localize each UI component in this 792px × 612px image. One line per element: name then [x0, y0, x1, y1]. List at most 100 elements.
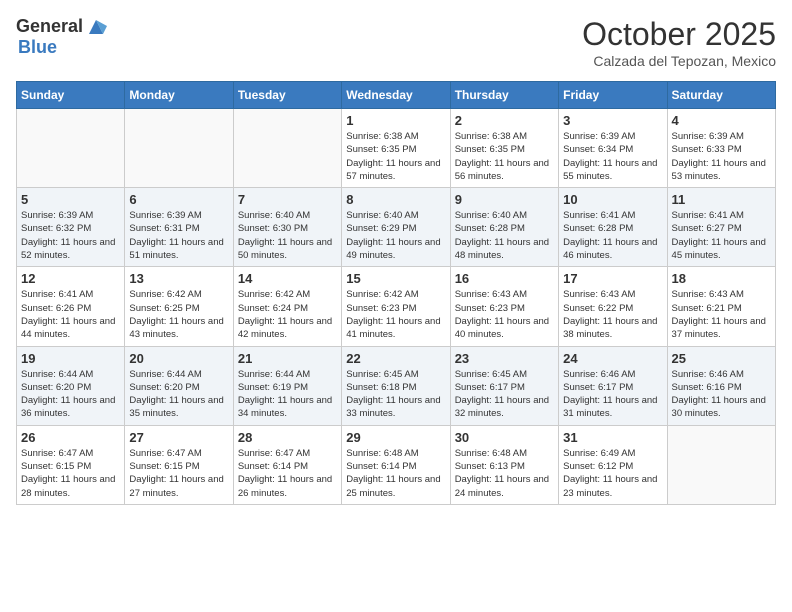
day-info: Sunrise: 6:38 AM Sunset: 6:35 PM Dayligh… [455, 130, 554, 183]
location-subtitle: Calzada del Tepozan, Mexico [582, 53, 776, 69]
calendar-cell: 8 Sunrise: 6:40 AM Sunset: 6:29 PM Daylig… [342, 188, 450, 267]
calendar-cell: 11 Sunrise: 6:41 AM Sunset: 6:27 PM Dayli… [667, 188, 775, 267]
calendar-cell: 19Sunrise: 6:44 AM Sunset: 6:20 PM Dayli… [17, 346, 125, 425]
day-number: 2 [455, 113, 554, 128]
day-header-friday: Friday [559, 82, 667, 109]
day-number: 23 [455, 351, 554, 366]
day-number: 11 [672, 192, 771, 207]
day-info: Sunrise: 6:40 AM Sunset: 6:30 PM Dayligh… [238, 209, 337, 262]
day-number: 18 [672, 271, 771, 286]
calendar-week-row: 5 Sunrise: 6:39 AM Sunset: 6:32 PM Daylig… [17, 188, 776, 267]
day-number: 30 [455, 430, 554, 445]
day-header-wednesday: Wednesday [342, 82, 450, 109]
day-info: Sunrise: 6:45 AM Sunset: 6:18 PM Dayligh… [346, 368, 445, 421]
calendar-cell: 23 Sunrise: 6:45 AM Sunset: 6:17 PM Dayli… [450, 346, 558, 425]
day-info: Sunrise: 6:48 AM Sunset: 6:13 PM Dayligh… [455, 447, 554, 500]
day-number: 7 [238, 192, 337, 207]
day-info: Sunrise: 6:42 AM Sunset: 6:23 PM Dayligh… [346, 288, 445, 341]
calendar-cell: 6Sunrise: 6:39 AM Sunset: 6:31 PM Daylig… [125, 188, 233, 267]
day-info: Sunrise: 6:39 AM Sunset: 6:31 PM Dayligh… [129, 209, 228, 262]
calendar-week-row: 19 Sunrise: 6:44 AM Sunset: 6:20 PM Dayli… [17, 346, 776, 425]
day-number: 19 [21, 351, 120, 366]
day-info: Sunrise: 6:41 AM Sunset: 6:27 PM Dayligh… [672, 209, 771, 262]
calendar-cell: 25 Sunrise: 6:46 AM Sunset: 6:16 PM Dayli… [667, 346, 775, 425]
calendar-cell: 26 Sunrise: 6:47 AM Sunset: 6:15 PM Dayli… [17, 425, 125, 504]
calendar-cell: 10 Sunrise: 6:41 AM Sunset: 6:28 PM Dayli… [559, 188, 667, 267]
calendar-cell: 15 Sunrise: 6:42 AM Sunset: 6:23 PM Dayli… [342, 267, 450, 346]
day-number: 26 [21, 430, 120, 445]
calendar-cell: 20 Sunrise: 6:44 AM Sunset: 6:20 PM Dayli… [125, 346, 233, 425]
day-number: 25 [672, 351, 771, 366]
calendar-cell: 3 Sunrise: 6:39 AM Sunset: 6:34 PM Daylig… [559, 109, 667, 188]
day-info: Sunrise: 6:47 AM Sunset: 6:15 PM Dayligh… [21, 447, 120, 500]
page-header: General Blue October 2025 Calzada del Te… [16, 16, 776, 69]
logo-general-text: General [16, 17, 83, 37]
day-number: 5 [21, 192, 120, 207]
calendar-cell: 4 Sunrise: 6:39 AM Sunset: 6:33 PM Daylig… [667, 109, 775, 188]
calendar-cell: 1Sunrise: 6:38 AM Sunset: 6:35 PM Daylig… [342, 109, 450, 188]
day-info: Sunrise: 6:42 AM Sunset: 6:24 PM Dayligh… [238, 288, 337, 341]
day-info: Sunrise: 6:43 AM Sunset: 6:21 PM Dayligh… [672, 288, 771, 341]
calendar-cell [17, 109, 125, 188]
calendar-cell: 16Sunrise: 6:43 AM Sunset: 6:23 PM Dayli… [450, 267, 558, 346]
calendar-cell: 30 Sunrise: 6:48 AM Sunset: 6:13 PM Dayli… [450, 425, 558, 504]
day-info: Sunrise: 6:47 AM Sunset: 6:15 PM Dayligh… [129, 447, 228, 500]
calendar-cell: 9Sunrise: 6:40 AM Sunset: 6:28 PM Daylig… [450, 188, 558, 267]
logo-blue-text: Blue [18, 38, 57, 58]
day-info: Sunrise: 6:39 AM Sunset: 6:33 PM Dayligh… [672, 130, 771, 183]
day-info: Sunrise: 6:45 AM Sunset: 6:17 PM Dayligh… [455, 368, 554, 421]
day-header-sunday: Sunday [17, 82, 125, 109]
day-header-monday: Monday [125, 82, 233, 109]
day-number: 28 [238, 430, 337, 445]
calendar-cell: 17Sunrise: 6:43 AM Sunset: 6:22 PM Dayli… [559, 267, 667, 346]
day-info: Sunrise: 6:46 AM Sunset: 6:17 PM Dayligh… [563, 368, 662, 421]
calendar-cell: 27 Sunrise: 6:47 AM Sunset: 6:15 PM Dayli… [125, 425, 233, 504]
day-number: 3 [563, 113, 662, 128]
calendar-cell: 29 Sunrise: 6:48 AM Sunset: 6:14 PM Dayli… [342, 425, 450, 504]
day-info: Sunrise: 6:44 AM Sunset: 6:19 PM Dayligh… [238, 368, 337, 421]
day-number: 16 [455, 271, 554, 286]
calendar-header-row: SundayMondayTuesdayWednesdayThursdayFrid… [17, 82, 776, 109]
day-number: 15 [346, 271, 445, 286]
day-number: 20 [129, 351, 228, 366]
day-info: Sunrise: 6:46 AM Sunset: 6:16 PM Dayligh… [672, 368, 771, 421]
day-number: 29 [346, 430, 445, 445]
day-header-saturday: Saturday [667, 82, 775, 109]
day-info: Sunrise: 6:42 AM Sunset: 6:25 PM Dayligh… [129, 288, 228, 341]
calendar-table: SundayMondayTuesdayWednesdayThursdayFrid… [16, 81, 776, 505]
calendar-cell [667, 425, 775, 504]
day-info: Sunrise: 6:39 AM Sunset: 6:32 PM Dayligh… [21, 209, 120, 262]
day-number: 8 [346, 192, 445, 207]
day-number: 1 [346, 113, 445, 128]
day-info: Sunrise: 6:49 AM Sunset: 6:12 PM Dayligh… [563, 447, 662, 500]
calendar-week-row: 12Sunrise: 6:41 AM Sunset: 6:26 PM Dayli… [17, 267, 776, 346]
day-info: Sunrise: 6:41 AM Sunset: 6:28 PM Dayligh… [563, 209, 662, 262]
day-header-thursday: Thursday [450, 82, 558, 109]
calendar-cell: 28 Sunrise: 6:47 AM Sunset: 6:14 PM Dayli… [233, 425, 341, 504]
day-info: Sunrise: 6:44 AM Sunset: 6:20 PM Dayligh… [129, 368, 228, 421]
calendar-cell: 18 Sunrise: 6:43 AM Sunset: 6:21 PM Dayli… [667, 267, 775, 346]
day-number: 21 [238, 351, 337, 366]
day-info: Sunrise: 6:43 AM Sunset: 6:22 PM Dayligh… [563, 288, 662, 341]
calendar-cell: 7 Sunrise: 6:40 AM Sunset: 6:30 PM Daylig… [233, 188, 341, 267]
calendar-cell: 14 Sunrise: 6:42 AM Sunset: 6:24 PM Dayli… [233, 267, 341, 346]
calendar-cell: 5 Sunrise: 6:39 AM Sunset: 6:32 PM Daylig… [17, 188, 125, 267]
day-number: 10 [563, 192, 662, 207]
day-info: Sunrise: 6:48 AM Sunset: 6:14 PM Dayligh… [346, 447, 445, 500]
calendar-cell: 2 Sunrise: 6:38 AM Sunset: 6:35 PM Daylig… [450, 109, 558, 188]
day-info: Sunrise: 6:39 AM Sunset: 6:34 PM Dayligh… [563, 130, 662, 183]
calendar-cell: 13 Sunrise: 6:42 AM Sunset: 6:25 PM Dayli… [125, 267, 233, 346]
month-title: October 2025 [582, 16, 776, 53]
day-info: Sunrise: 6:47 AM Sunset: 6:14 PM Dayligh… [238, 447, 337, 500]
calendar-cell: 31Sunrise: 6:49 AM Sunset: 6:12 PM Dayli… [559, 425, 667, 504]
day-number: 4 [672, 113, 771, 128]
day-info: Sunrise: 6:40 AM Sunset: 6:29 PM Dayligh… [346, 209, 445, 262]
calendar-cell: 21 Sunrise: 6:44 AM Sunset: 6:19 PM Dayli… [233, 346, 341, 425]
calendar-cell: 22 Sunrise: 6:45 AM Sunset: 6:18 PM Dayli… [342, 346, 450, 425]
day-number: 22 [346, 351, 445, 366]
calendar-cell [233, 109, 341, 188]
title-block: October 2025 Calzada del Tepozan, Mexico [582, 16, 776, 69]
day-number: 13 [129, 271, 228, 286]
day-number: 14 [238, 271, 337, 286]
day-number: 27 [129, 430, 228, 445]
